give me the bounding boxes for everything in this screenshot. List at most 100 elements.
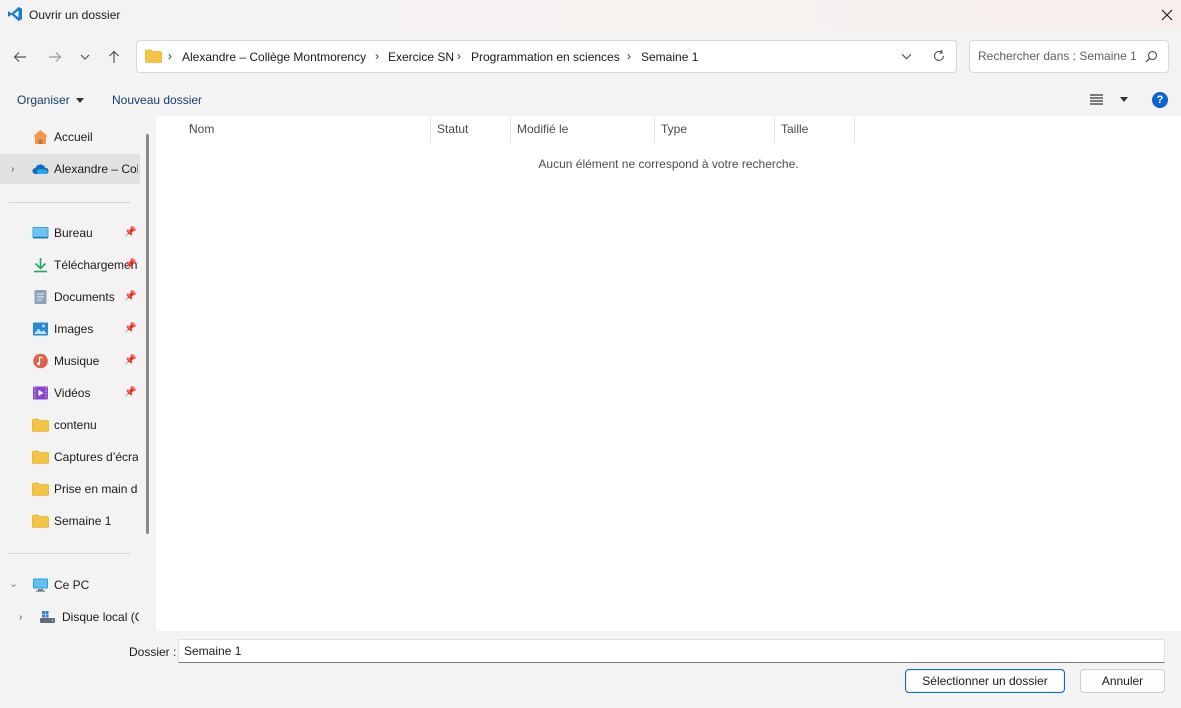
sidebar-item-label: Captures d’écran	[54, 450, 138, 464]
up-button[interactable]	[102, 45, 126, 69]
recent-locations-button[interactable]	[73, 45, 97, 69]
sidebar-item-label: Prise en main de	[54, 482, 138, 496]
breadcrumb-item[interactable]: Exercice SN	[388, 50, 454, 64]
column-header-type[interactable]: Type	[655, 116, 775, 142]
column-header-status[interactable]: Statut	[431, 116, 511, 142]
folder-icon	[145, 49, 162, 63]
chevron-down-icon	[80, 54, 90, 60]
sidebar-item-pictures[interactable]: Images 📌	[0, 314, 140, 344]
column-header-name[interactable]: Nom ^	[183, 116, 431, 142]
documents-icon	[34, 290, 47, 304]
folder-icon	[32, 450, 49, 464]
back-button[interactable]	[8, 45, 32, 69]
breadcrumb-separator-icon: ›	[457, 49, 461, 63]
column-label: Type	[661, 122, 688, 136]
column-label: Taille	[781, 122, 809, 136]
chevron-down-icon[interactable]: ›	[8, 584, 19, 587]
close-icon	[1161, 9, 1173, 21]
column-header-modified[interactable]: Modifié le	[511, 116, 655, 142]
cancel-button[interactable]: Annuler	[1080, 669, 1165, 693]
command-bar: Organiser Nouveau dossier ?	[0, 85, 1181, 115]
search-box[interactable]	[969, 40, 1169, 73]
breadcrumb-separator-icon: ›	[168, 49, 172, 63]
folder-icon	[32, 514, 49, 528]
sidebar-item-local-disk[interactable]: › Disque local (C:)	[0, 602, 140, 631]
organize-menu[interactable]: Organiser	[17, 93, 84, 107]
new-folder-button[interactable]: Nouveau dossier	[112, 93, 202, 107]
refresh-icon[interactable]	[932, 49, 946, 63]
pictures-icon	[33, 322, 48, 336]
search-input[interactable]	[978, 49, 1138, 63]
column-header-size[interactable]: Taille	[775, 116, 855, 142]
vscode-icon	[8, 7, 22, 21]
sidebar-item-label: Alexandre – Collège Montmorency	[54, 162, 138, 176]
sidebar-item-folder[interactable]: Semaine 1	[0, 506, 140, 536]
onedrive-cloud-icon	[32, 164, 49, 174]
breadcrumb-item[interactable]: Semaine 1	[641, 50, 698, 64]
window-title: Ouvrir un dossier	[29, 8, 121, 22]
pin-icon[interactable]: 📌	[124, 323, 136, 334]
sidebar-item-label: Semaine 1	[54, 514, 112, 528]
folder-icon	[32, 418, 49, 432]
videos-icon	[33, 386, 48, 400]
sidebar-item-label: Accueil	[54, 130, 93, 144]
forward-button[interactable]	[43, 45, 67, 69]
music-icon	[33, 353, 48, 369]
sidebar-item-folder[interactable]: Captures d’écran	[0, 442, 140, 472]
breadcrumb-item[interactable]: Programmation en sciences	[471, 50, 620, 64]
sidebar-item-label: Ce PC	[54, 578, 90, 592]
sidebar-item-this-pc[interactable]: › Ce PC	[0, 570, 140, 600]
sidebar-scrollbar[interactable]	[146, 134, 149, 534]
navigation-pane: Accueil › Alexandre – Collège Montmorenc…	[0, 116, 155, 631]
chevron-right-icon[interactable]: ›	[19, 612, 22, 623]
desktop-icon	[32, 227, 49, 239]
address-history-chevron-icon[interactable]	[901, 51, 912, 62]
folder-name-input[interactable]	[178, 639, 1165, 663]
arrow-left-icon	[13, 52, 26, 62]
title-bar: Ouvrir un dossier	[0, 0, 1181, 30]
select-folder-button[interactable]: Sélectionner un dossier	[905, 669, 1065, 693]
column-label: Statut	[437, 122, 469, 136]
sidebar-item-folder[interactable]: contenu	[0, 410, 140, 440]
empty-list-message: Aucun élément ne correspond à votre rech…	[538, 157, 799, 171]
pin-icon[interactable]: 📌	[124, 259, 136, 270]
view-options-icon[interactable]	[1090, 94, 1103, 105]
computer-icon	[33, 578, 48, 592]
drive-icon	[40, 611, 55, 623]
home-icon	[33, 130, 48, 144]
view-menu-caret-icon[interactable]	[1120, 97, 1128, 102]
breadcrumb-separator-icon: ›	[627, 49, 631, 63]
file-list-pane[interactable]: Nom ^ Statut Modifié le Type Taille Aucu…	[156, 116, 1181, 631]
address-bar[interactable]: › Alexandre – Collège Montmorency › Exer…	[136, 40, 957, 73]
sidebar-item-home[interactable]: Accueil	[0, 122, 140, 152]
folder-icon	[32, 482, 49, 496]
pin-icon[interactable]: 📌	[124, 227, 136, 238]
sidebar-item-music[interactable]: Musique 📌	[0, 346, 140, 376]
sidebar-item-onedrive[interactable]: › Alexandre – Collège Montmorency	[0, 154, 140, 184]
pin-icon[interactable]: 📌	[124, 387, 136, 398]
pin-icon[interactable]: 📌	[124, 355, 136, 366]
close-button[interactable]	[1155, 4, 1179, 26]
column-label: Modifié le	[517, 122, 569, 136]
sort-ascending-icon: ^	[189, 122, 194, 132]
caret-down-icon	[75, 98, 84, 104]
sidebar-item-videos[interactable]: Vidéos 📌	[0, 378, 140, 408]
help-button[interactable]: ?	[1152, 92, 1168, 108]
dialog-footer: Dossier : Sélectionner un dossier Annule…	[0, 631, 1181, 708]
sidebar-item-label: Disque local (C:)	[62, 610, 139, 624]
sidebar-item-documents[interactable]: Documents 📌	[0, 282, 140, 312]
pin-icon[interactable]: 📌	[124, 291, 136, 302]
help-icon: ?	[1156, 94, 1164, 106]
organize-label: Organiser	[17, 93, 70, 107]
sidebar-item-downloads[interactable]: Téléchargements 📌	[0, 250, 140, 280]
sidebar-divider	[9, 202, 130, 203]
arrow-right-icon	[49, 52, 62, 62]
sidebar-item-folder[interactable]: Prise en main de	[0, 474, 140, 504]
sidebar-item-desktop[interactable]: Bureau 📌	[0, 218, 140, 248]
sidebar-item-label: contenu	[54, 418, 97, 432]
breadcrumb-separator-icon: ›	[375, 49, 379, 63]
download-icon	[34, 258, 47, 273]
breadcrumb-item[interactable]: Alexandre – Collège Montmorency	[182, 50, 366, 64]
arrow-up-icon	[109, 50, 119, 63]
chevron-right-icon[interactable]: ›	[11, 164, 14, 175]
